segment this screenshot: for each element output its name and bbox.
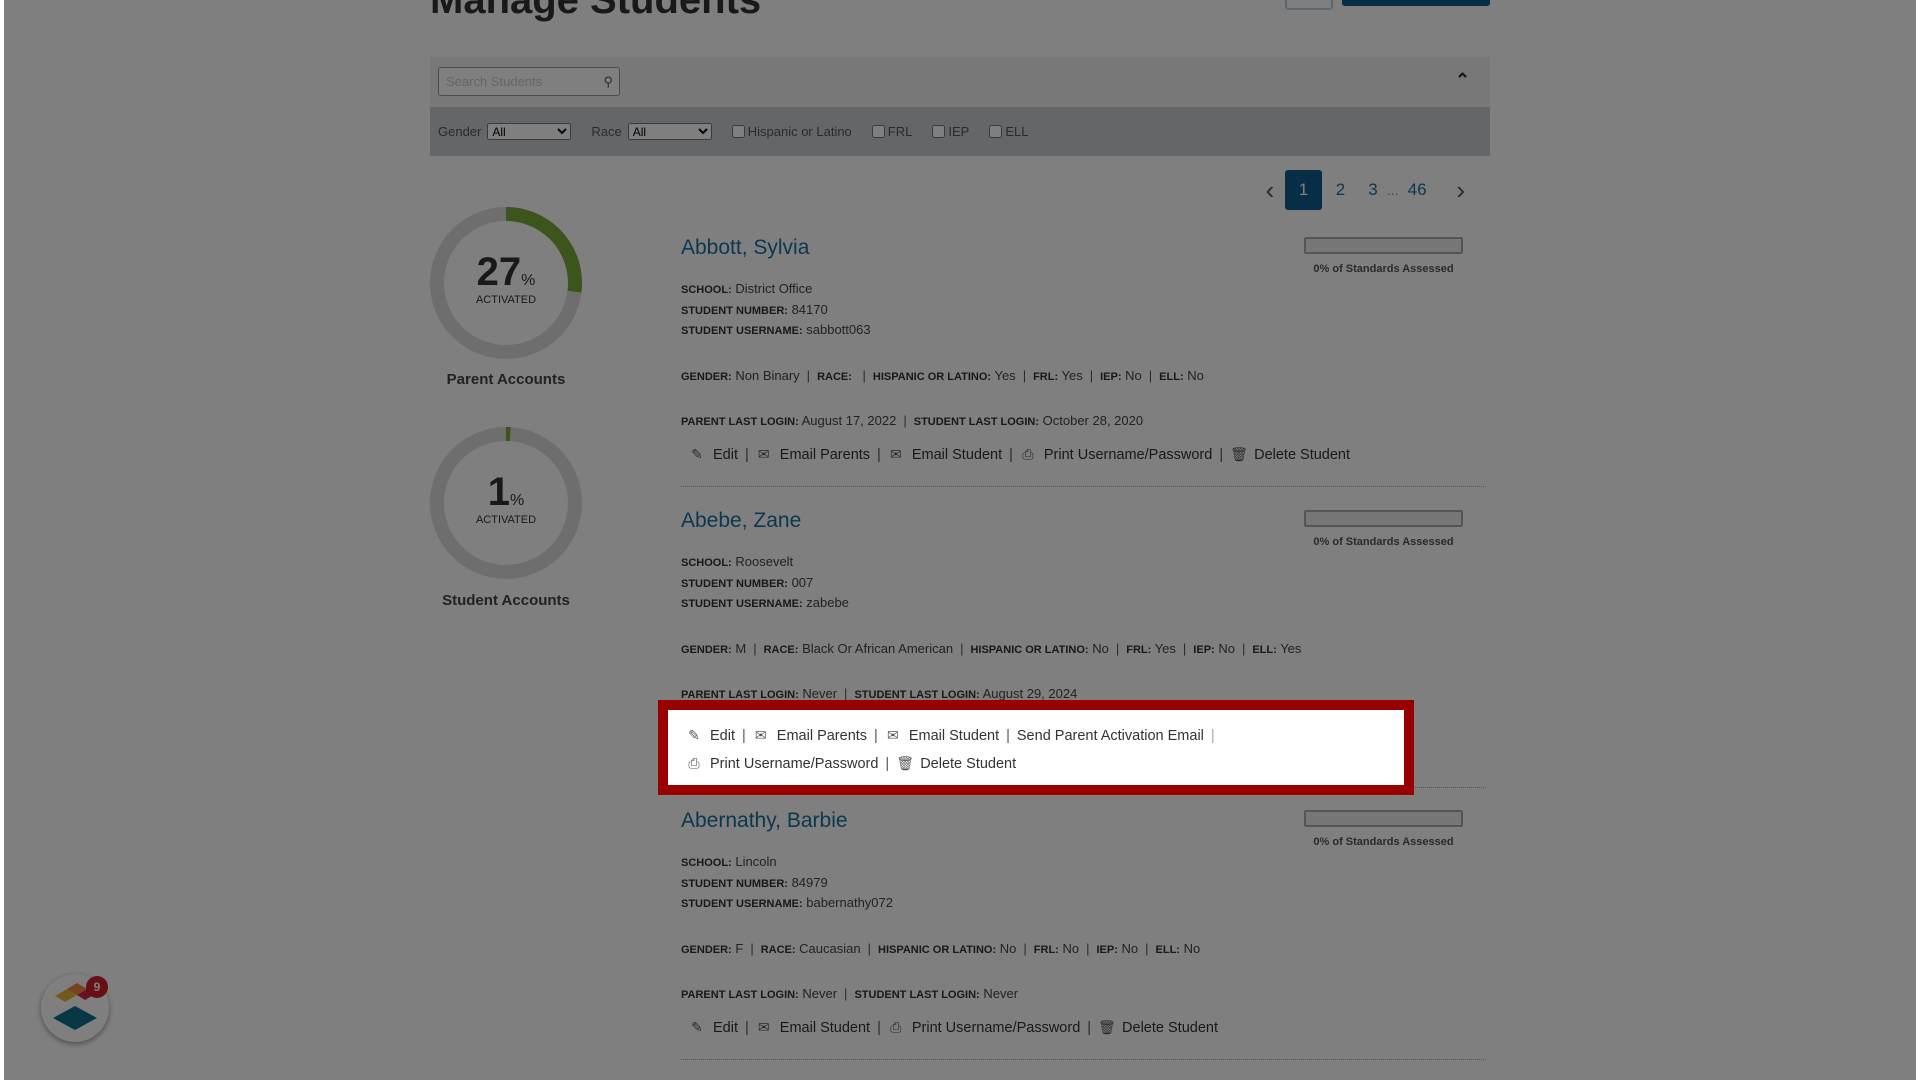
- edit-label: Edit: [710, 727, 735, 744]
- delete-link[interactable]: 🗑 Delete Student: [896, 755, 1016, 772]
- email-parents-label: Email Parents: [776, 727, 868, 744]
- envelope-icon: ✉: [886, 727, 899, 743]
- send-activation-label: Send Parent Activation Email: [1016, 727, 1204, 744]
- dim-overlay: [0, 0, 1920, 1080]
- print-link[interactable]: ⎙ Print Username/Password: [686, 755, 878, 772]
- email-student-link[interactable]: ✉ Email Student: [885, 727, 999, 744]
- right-edge: [1916, 0, 1920, 1080]
- highlighted-actions: ✎ Edit | ✉ Email Parents | ✉ Email Student | S…: [658, 700, 1414, 795]
- actions-row-1: ✎ Edit | ✉ Email Parents | ✉ Email Student | S…: [686, 727, 1222, 744]
- actions-row-2: ⎙ Print Username/Password | 🗑 Delete Studen…: [686, 755, 1016, 772]
- pencil-icon: ✎: [688, 727, 700, 743]
- delete-label: Delete Student: [920, 755, 1017, 772]
- email-parents-link[interactable]: ✉ Email Parents: [753, 727, 867, 744]
- envelope-icon: ✉: [754, 727, 767, 743]
- print-label: Print Username/Password: [710, 755, 879, 772]
- printer-icon: ⎙: [688, 755, 700, 771]
- trash-icon: 🗑: [896, 755, 914, 771]
- left-edge: [0, 0, 4, 1080]
- edit-link[interactable]: ✎ Edit: [686, 727, 735, 744]
- send-parent-activation-link[interactable]: Send Parent Activation Email: [1017, 728, 1204, 744]
- email-student-label: Email Student: [908, 727, 1000, 744]
